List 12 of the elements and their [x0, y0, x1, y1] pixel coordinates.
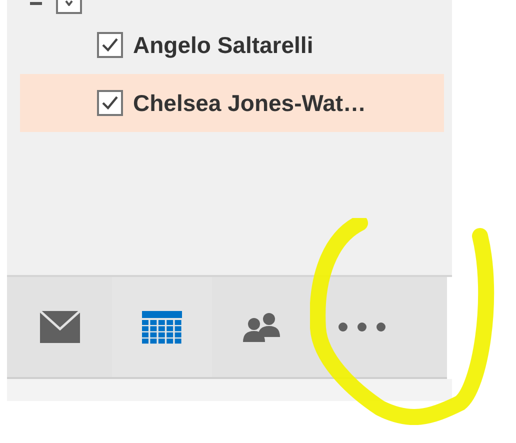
checkbox[interactable] — [97, 32, 123, 58]
calendar-item[interactable]: Angelo Saltarelli — [20, 16, 444, 74]
checkbox[interactable] — [56, 0, 82, 14]
calendar-icon[interactable] — [142, 310, 182, 344]
people-icon[interactable] — [243, 312, 281, 342]
checkmark-icon — [65, 0, 73, 6]
mail-icon[interactable] — [40, 311, 80, 343]
calendar-item[interactable]: Chelsea Jones-Wat… — [20, 74, 444, 132]
checkbox[interactable] — [97, 90, 123, 116]
calendar-name: Angelo Saltarelli — [133, 32, 314, 58]
calendar-name: Chelsea Jones-Wat… — [133, 90, 366, 116]
more-icon[interactable] — [338, 322, 386, 332]
